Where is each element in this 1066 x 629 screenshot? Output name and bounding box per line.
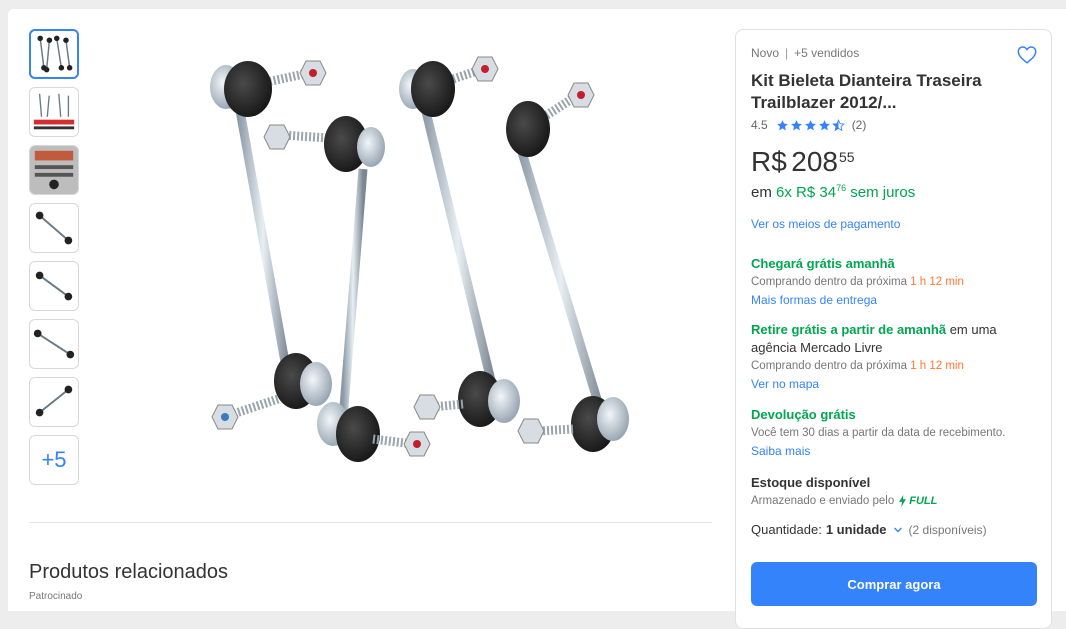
product-page: +5 Produtos relacionados Patrocinado Nov… [8, 9, 1066, 629]
delivery-time: 1 h 12 min [910, 276, 964, 288]
sold-count: +5 vendidos [794, 46, 860, 60]
star-icon [804, 119, 816, 130]
more-images-label: +5 [41, 447, 67, 472]
return-heading: Devolução grátis [751, 407, 856, 422]
more-delivery-options-link[interactable]: Mais formas de entrega [751, 293, 877, 307]
buy-box: Novo | +5 vendidos Kit Bieleta Dianteira T… [735, 29, 1052, 629]
available-count: (2 disponíveis) [908, 522, 987, 537]
stored-by: Armazenado e enviado pelo FULL [751, 495, 938, 507]
rating-stars [776, 118, 846, 132]
thumbnail-5[interactable] [29, 261, 79, 311]
full-badge: FULL [898, 495, 937, 507]
more-images-button[interactable]: +5 [29, 435, 79, 485]
installments: em 6x R$ 3476 sem juros [751, 183, 915, 201]
lightning-icon [899, 495, 907, 507]
view-map-link[interactable]: Ver no mapa [751, 377, 819, 391]
delivery-desc: Comprando dentro da próxima 1 h 12 min [751, 276, 964, 288]
quantity-label: Quantidade: [751, 522, 822, 537]
price: R$ 20855 [751, 146, 855, 178]
star-icon [776, 119, 788, 130]
pickup-heading: Retire grátis a partir de amanhã em uma … [751, 322, 997, 355]
installments-value: 6x R$ 3476 sem juros [776, 183, 916, 201]
product-title: Kit Bieleta Dianteira Traseira Trailblaz… [751, 71, 982, 112]
related-products-title: Produtos relacionados [29, 561, 229, 583]
thumbnail-2[interactable] [29, 87, 79, 137]
quantity-value: 1 unidade [825, 522, 887, 537]
learn-more-link[interactable]: Saiba mais [751, 444, 810, 458]
section-divider [29, 522, 712, 523]
delivery-info: Chegará grátis amanhã Comprando dentro d… [751, 255, 1041, 309]
product-subtitle: Novo | +5 vendidos [751, 46, 860, 60]
payment-methods-link[interactable]: Ver os meios de pagamento [751, 217, 900, 231]
thumbnail-3[interactable] [29, 145, 79, 195]
star-icon [790, 119, 802, 130]
pickup-info: Retire grátis a partir de amanhã em uma … [751, 321, 1041, 393]
price-integer: 208 [791, 146, 838, 177]
star-half-icon [831, 118, 845, 131]
return-desc: Você tem 30 dias a partir da data de rec… [751, 427, 1006, 439]
thumbnail-7[interactable] [29, 377, 79, 427]
thumbnail-6[interactable] [29, 319, 79, 369]
chevron-down-icon [893, 527, 902, 532]
stock-title: Estoque disponível [751, 475, 871, 490]
delivery-heading: Chegará grátis amanhã [751, 256, 895, 271]
review-count: (2) [851, 118, 867, 132]
buy-now-button[interactable]: Comprar agora [751, 562, 1037, 606]
installments-prefix: em [751, 184, 772, 201]
return-info: Devolução grátis Você tem 30 dias a part… [751, 406, 1041, 460]
price-currency: R$ [751, 146, 787, 177]
rating-summary[interactable]: 4.5 (2) [751, 118, 866, 132]
thumbnail-1[interactable] [29, 29, 79, 79]
condition-label: Novo [751, 46, 780, 60]
price-cents: 55 [838, 149, 855, 165]
main-product-image[interactable] [188, 39, 638, 479]
star-icon [818, 119, 830, 130]
sponsored-label: Patrocinado [29, 591, 83, 602]
favorite-heart-icon[interactable] [1016, 44, 1038, 66]
installments-cents: 76 [836, 183, 847, 193]
thumbnail-gallery: +5 [29, 29, 79, 493]
quantity-selector[interactable]: Quantidade: 1 unidade (2 disponíveis) [751, 522, 987, 537]
pickup-time: 1 h 12 min [910, 360, 964, 372]
rating-value: 4.5 [751, 118, 768, 132]
thumbnail-4[interactable] [29, 203, 79, 253]
pickup-desc: Comprando dentro da próxima 1 h 12 min [751, 360, 964, 372]
